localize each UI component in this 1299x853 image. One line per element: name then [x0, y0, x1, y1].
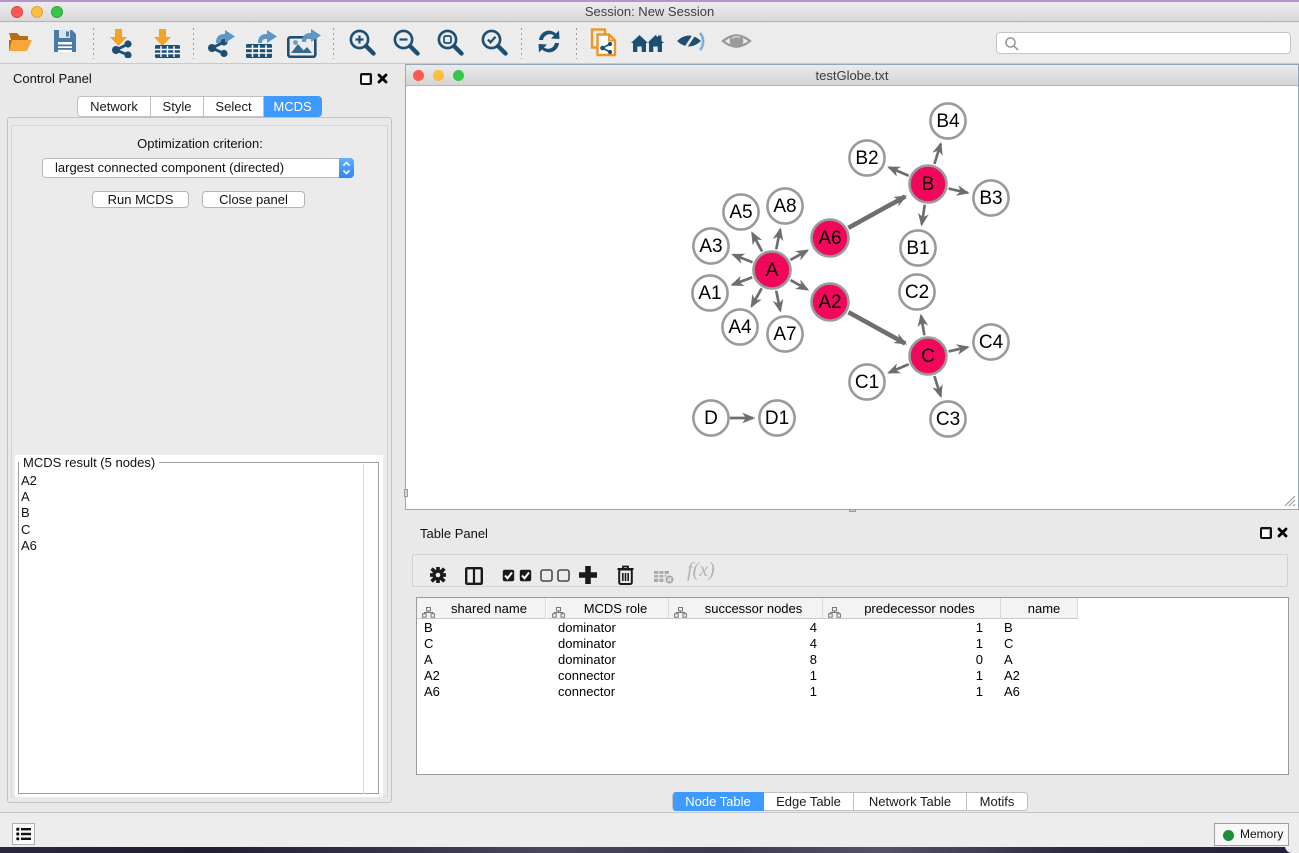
svg-text:C1: C1 — [855, 372, 879, 393]
svg-text:B1: B1 — [906, 238, 929, 259]
svg-text:C3: C3 — [936, 409, 960, 430]
svg-text:A6: A6 — [818, 228, 841, 249]
svg-text:A8: A8 — [773, 196, 796, 217]
svg-text:A1: A1 — [698, 283, 721, 304]
svg-text:A2: A2 — [818, 292, 841, 313]
svg-text:A5: A5 — [729, 202, 752, 223]
svg-text:B3: B3 — [979, 188, 1002, 209]
svg-text:C: C — [921, 346, 935, 367]
svg-text:B4: B4 — [936, 111, 960, 132]
svg-text:A4: A4 — [728, 317, 752, 338]
svg-text:A7: A7 — [773, 324, 796, 345]
svg-text:D: D — [704, 408, 718, 429]
svg-text:A: A — [766, 260, 779, 281]
svg-text:C2: C2 — [905, 282, 929, 303]
svg-text:D1: D1 — [765, 408, 789, 429]
svg-text:A3: A3 — [699, 236, 722, 257]
svg-text:B2: B2 — [855, 148, 878, 169]
svg-text:B: B — [922, 174, 935, 195]
svg-text:C4: C4 — [979, 332, 1004, 353]
